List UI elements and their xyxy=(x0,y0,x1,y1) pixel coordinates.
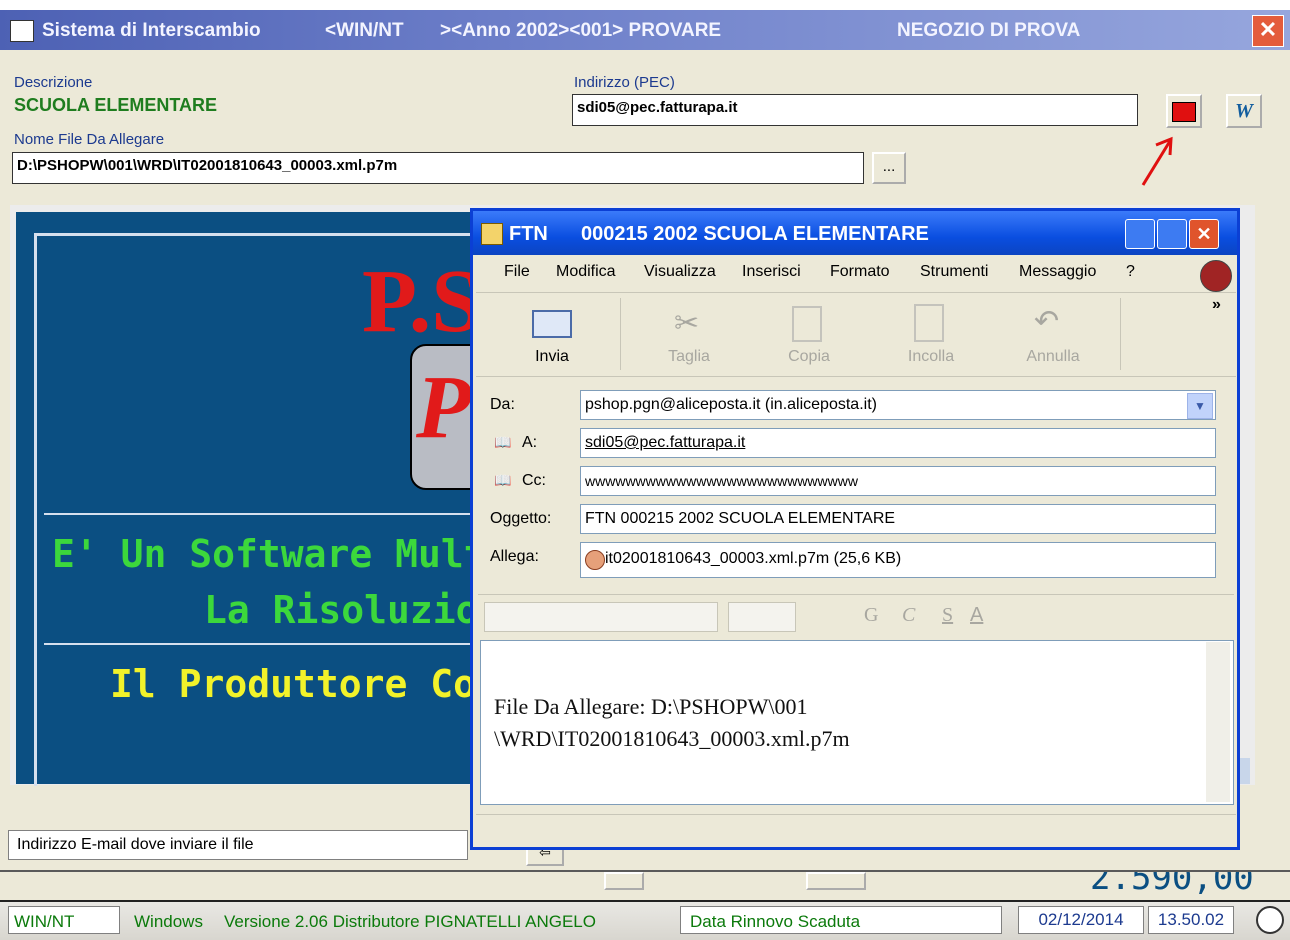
slide-divider-1 xyxy=(44,513,474,515)
app-title: Sistema di Interscambio xyxy=(42,20,261,41)
menu-inserisci[interactable]: Inserisci xyxy=(742,263,801,281)
w-button[interactable]: W xyxy=(1226,94,1262,128)
addressbook-a-icon[interactable]: 📖 xyxy=(494,434,511,451)
attach-field[interactable]: it02001810643_00003.xml.p7m (25,6 KB) xyxy=(580,542,1216,578)
clock-icon xyxy=(1256,906,1284,934)
menu-help[interactable]: ? xyxy=(1126,263,1135,281)
lower-button-2[interactable] xyxy=(806,872,866,890)
cut-icon: ✂ xyxy=(674,307,700,340)
from-select[interactable]: pshop.pgn@aliceposta.it (in.aliceposta.i… xyxy=(580,390,1216,420)
compose-title-left: FTN xyxy=(509,223,548,245)
browse-button[interactable]: ... xyxy=(872,152,906,184)
compose-icon xyxy=(481,223,503,245)
to-label: A: xyxy=(522,434,538,451)
message-body[interactable] xyxy=(480,640,1234,805)
throbber-icon xyxy=(1200,260,1232,292)
main-close-button[interactable]: ✕ xyxy=(1252,15,1284,47)
minimize-button[interactable] xyxy=(1125,219,1155,249)
compose-titlebar: FTN 000215 2002 SCUOLA ELEMENTARE ✕ xyxy=(473,211,1237,255)
lower-button-1[interactable] xyxy=(604,872,644,890)
addressbook-cc-icon[interactable]: 📖 xyxy=(494,472,511,489)
compose-title: 000215 2002 SCUOLA ELEMENTARE xyxy=(581,223,929,245)
to-field[interactable]: sdi05@pec.fatturapa.it xyxy=(580,428,1216,458)
maximize-button[interactable] xyxy=(1157,219,1187,249)
toolbar-separator xyxy=(476,376,1236,377)
size-select[interactable] xyxy=(728,602,796,632)
body-line-1: File Da Allegare: D:\PSHOPW\001 xyxy=(494,694,808,719)
attachment-icon xyxy=(585,550,605,570)
subject-label: Oggetto: xyxy=(490,510,552,527)
red-arrow-icon xyxy=(1140,135,1180,187)
toolbar-paste[interactable]: Incolla xyxy=(891,348,971,366)
italic-button[interactable]: C xyxy=(902,604,915,627)
file-label: Nome File Da Allegare xyxy=(14,131,165,148)
compose-close-button[interactable]: ✕ xyxy=(1189,219,1219,249)
file-field[interactable]: D:\PSHOPW\001\WRD\IT02001810643_00003.xm… xyxy=(12,152,864,184)
menu-visualizza[interactable]: Visualizza xyxy=(644,263,716,281)
taskbar-version: Versione 2.06 Distributore PIGNATELLI AN… xyxy=(224,912,596,931)
menu-strumenti[interactable]: Strumenti xyxy=(920,263,988,281)
top-strip xyxy=(0,0,1290,10)
attach-value: it02001810643_00003.xml.p7m (25,6 KB) xyxy=(605,550,902,567)
toolbar-cut[interactable]: Taglia xyxy=(649,348,729,366)
taskbar-os: WIN/NT xyxy=(14,912,75,931)
menu-modifica[interactable]: Modifica xyxy=(556,263,616,281)
toolbar-send[interactable]: Invia xyxy=(512,348,592,366)
toolbar-copy[interactable]: Copia xyxy=(769,348,849,366)
font-select[interactable] xyxy=(484,602,718,632)
toolbar-divider xyxy=(620,298,621,370)
body-scrollbar[interactable] xyxy=(1206,642,1230,802)
bold-button[interactable]: G xyxy=(864,604,878,627)
attach-label: Allega: xyxy=(490,548,539,565)
compose-statusbar xyxy=(476,814,1236,847)
from-value: pshop.pgn@aliceposta.it (in.aliceposta.i… xyxy=(585,396,877,413)
partial-total: 2.590,00 xyxy=(1090,870,1254,898)
cc-label: Cc: xyxy=(522,472,546,489)
status-hint: Indirizzo E-mail dove inviare il file xyxy=(8,830,468,860)
undo-icon: ↶ xyxy=(1034,305,1060,338)
menu-file[interactable]: File xyxy=(504,263,530,281)
year-label: ><Anno 2002><001> PROVARE xyxy=(440,20,722,41)
descrizione-value: SCUOLA ELEMENTARE xyxy=(14,95,218,115)
send-icon xyxy=(532,310,572,338)
taskbar-time: 13.50.02 xyxy=(1148,906,1234,934)
taskbar-date: 02/12/2014 xyxy=(1018,906,1144,934)
from-label: Da: xyxy=(490,396,515,413)
toolbar-more-button[interactable]: » xyxy=(1212,296,1221,314)
subject-field[interactable]: FTN 000215 2002 SCUOLA ELEMENTARE xyxy=(580,504,1216,534)
paste-icon xyxy=(914,304,944,342)
taskbar-renew: Data Rinnovo Scaduta xyxy=(690,912,861,931)
slide-logo-text: P.S xyxy=(362,252,482,351)
chevron-down-icon[interactable]: ▼ xyxy=(1187,393,1213,419)
cc-field[interactable]: wwwwwwwwwwwwwwwwwwwwwwwwwww xyxy=(580,466,1216,496)
main-titlebar: Sistema di Interscambio <WIN/NT ><Anno 2… xyxy=(0,10,1290,50)
descrizione-label: Descrizione xyxy=(14,74,93,91)
menu-separator xyxy=(476,292,1236,293)
slide-divider-2 xyxy=(44,643,474,645)
toolbar-undo[interactable]: Annulla xyxy=(1013,348,1093,366)
underline-button[interactable]: S xyxy=(942,604,953,627)
shop-label: NEGOZIO DI PROVA xyxy=(897,20,1081,41)
slide-line-1: E' Un Software Multif xyxy=(52,532,533,576)
lower-strip: 2.590,00 xyxy=(0,870,1290,902)
menu-messaggio[interactable]: Messaggio xyxy=(1019,263,1096,281)
pec-label: Indirizzo (PEC) xyxy=(574,74,675,91)
app-icon xyxy=(10,20,34,42)
taskbar-windows: Windows xyxy=(134,912,203,931)
slide-logo-box: P xyxy=(410,344,478,490)
envelope-icon xyxy=(1172,102,1196,122)
os-label: <WIN/NT xyxy=(325,20,404,41)
font-color-button[interactable]: A xyxy=(970,604,983,627)
toolbar-divider-2 xyxy=(1120,298,1121,370)
send-mail-button[interactable] xyxy=(1166,94,1202,128)
menu-formato[interactable]: Formato xyxy=(830,263,890,281)
body-line-2: \WRD\IT02001810643_00003.xml.p7m xyxy=(494,726,850,751)
copy-icon xyxy=(792,306,822,342)
slide-line-4-stub xyxy=(44,778,474,784)
pec-field[interactable]: sdi05@pec.fatturapa.it xyxy=(572,94,1138,126)
slide-logo-letter: P xyxy=(416,358,471,457)
